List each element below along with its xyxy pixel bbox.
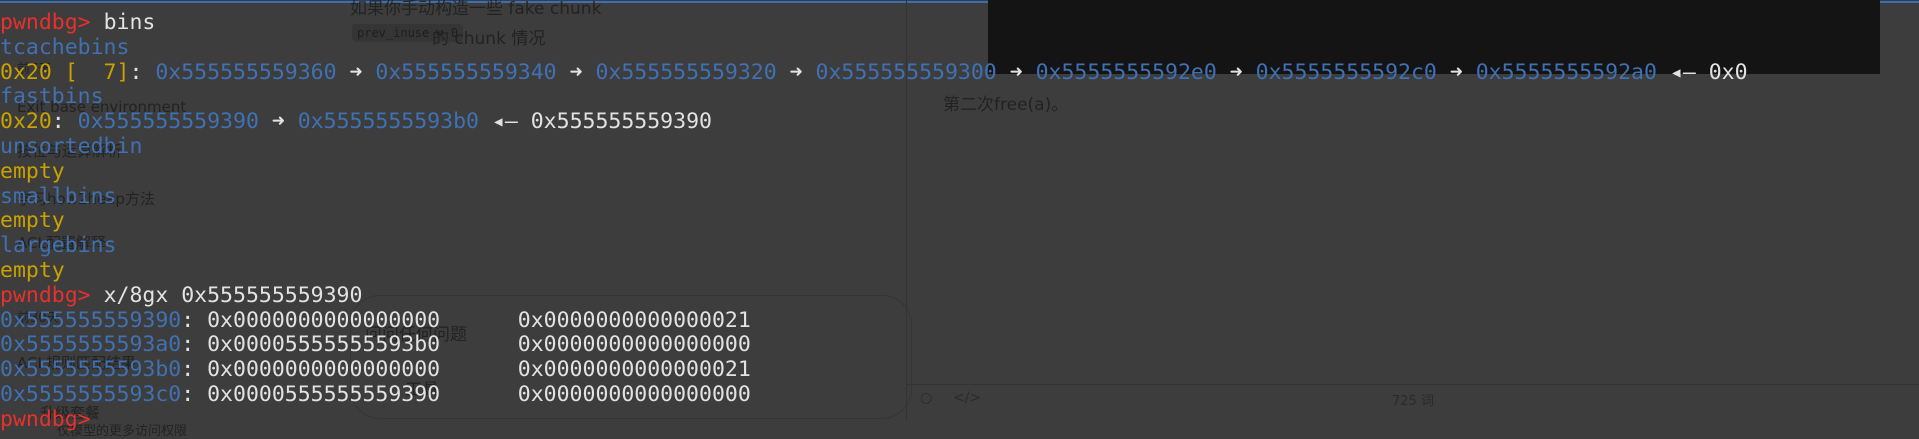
bin-size: 0x20 (0, 109, 52, 135)
bin-header: largebins (0, 233, 117, 259)
terminal-line: 0x5555555593b0: 0x0000000000000000 0x000… (0, 357, 1748, 383)
memory-address: 0x555555559390 (0, 307, 182, 333)
empty-label: empty (0, 208, 65, 234)
memory-address: 0x5555555593c0 (0, 381, 182, 407)
chunk-address: 0x555555559360 (155, 59, 337, 85)
chunk-address: 0x555555559340 (375, 59, 557, 85)
terminal-output[interactable]: pwndbg> bins tcachebins 0x20 [ 7]: 0x55555… (0, 10, 1748, 433)
memory-value: 0x0000000000000021 (517, 307, 751, 333)
memory-value: 0x0000000000000000 (207, 357, 441, 383)
chunk-address: 0x5555555593b0 (297, 109, 479, 135)
arrow-icon: ➜ (996, 59, 1036, 85)
terminal-line: empty (0, 257, 1748, 284)
terminal-line: pwndbg> bins (0, 10, 1748, 36)
chunk-address: 0x5555555592c0 (1255, 59, 1437, 85)
empty-label: empty (0, 257, 65, 283)
memory-address: 0x5555555593b0 (0, 357, 182, 383)
chunk-address: 0x555555559300 (815, 59, 997, 85)
prompt: pwndbg> (0, 282, 104, 308)
terminal-line: largebins (0, 233, 1748, 259)
arrow-icon: ➜ (1436, 59, 1476, 85)
arrow-icon: ➜ (258, 109, 298, 135)
terminal-line: empty (0, 208, 1748, 234)
prompt: pwndbg> (0, 406, 104, 432)
terminal-line: 0x20 [ 7]: 0x555555559360 ➜ 0x5555555593… (0, 59, 1748, 86)
terminal-line: empty (0, 158, 1748, 185)
empty-label: empty (0, 158, 65, 184)
sep: : (51, 109, 78, 135)
sep: : (181, 381, 208, 407)
chunk-address: 0x555555559390 (77, 109, 259, 135)
terminal-line: 0x5555555593a0: 0x00005555555593b0 0x000… (0, 332, 1748, 358)
memory-address: 0x5555555593a0 (0, 332, 182, 358)
arrow-icon: ➜ (1216, 59, 1256, 85)
command: x/8gx 0x555555559390 (103, 282, 363, 308)
terminal-line: pwndbg> x/8gx 0x555555559390 (0, 282, 1748, 309)
back-arrow-icon: ◂— (1656, 59, 1709, 85)
command: bins (103, 10, 156, 35)
chunk-address: 0x5555555592e0 (1035, 59, 1217, 85)
bin-header: fastbins (0, 84, 104, 110)
terminal-line: tcachebins (0, 34, 1748, 61)
sep: : (129, 59, 156, 85)
bin-size: 0x20 [ 7] (0, 59, 130, 85)
memory-value: 0x0000000000000000 (517, 381, 751, 407)
terminal-line: 0x555555559390: 0x0000000000000000 0x000… (0, 307, 1748, 334)
arrow-icon: ➜ (336, 59, 376, 85)
bin-header: tcachebins (0, 34, 130, 60)
memory-value: 0x00005555555593b0 (207, 332, 441, 358)
terminal-line: smallbins (0, 183, 1748, 210)
chunk-address: 0x555555559320 (595, 59, 777, 85)
bin-header: smallbins (0, 183, 117, 209)
prompt: pwndbg> (0, 10, 104, 35)
chunk-address: 0x5555555592a0 (1475, 59, 1657, 85)
sep: : (181, 307, 208, 333)
memory-value: 0x0000000000000021 (517, 357, 751, 383)
terminal-line: unsortedbin (0, 133, 1748, 160)
arrow-icon: ➜ (556, 59, 596, 85)
sep: : (181, 357, 208, 383)
back-arrow-icon: ◂— (478, 109, 531, 135)
terminal-line: pwndbg> (0, 406, 1748, 433)
sep: : (181, 332, 208, 358)
terminal-line: 0x20: 0x555555559390 ➜ 0x5555555593b0 ◂—… (0, 109, 1748, 135)
memory-value: 0x0000000000000000 (207, 307, 441, 333)
chain-end: 0x0 (1708, 59, 1748, 85)
chain-end: 0x555555559390 (530, 109, 712, 135)
arrow-icon: ➜ (776, 59, 816, 85)
memory-value: 0x0000000000000000 (517, 332, 751, 358)
terminal-line: fastbins (0, 84, 1748, 110)
bin-header: unsortedbin (0, 133, 143, 159)
terminal-line: 0x5555555593c0: 0x0000555555559390 0x000… (0, 381, 1748, 408)
memory-value: 0x0000555555559390 (207, 381, 441, 407)
